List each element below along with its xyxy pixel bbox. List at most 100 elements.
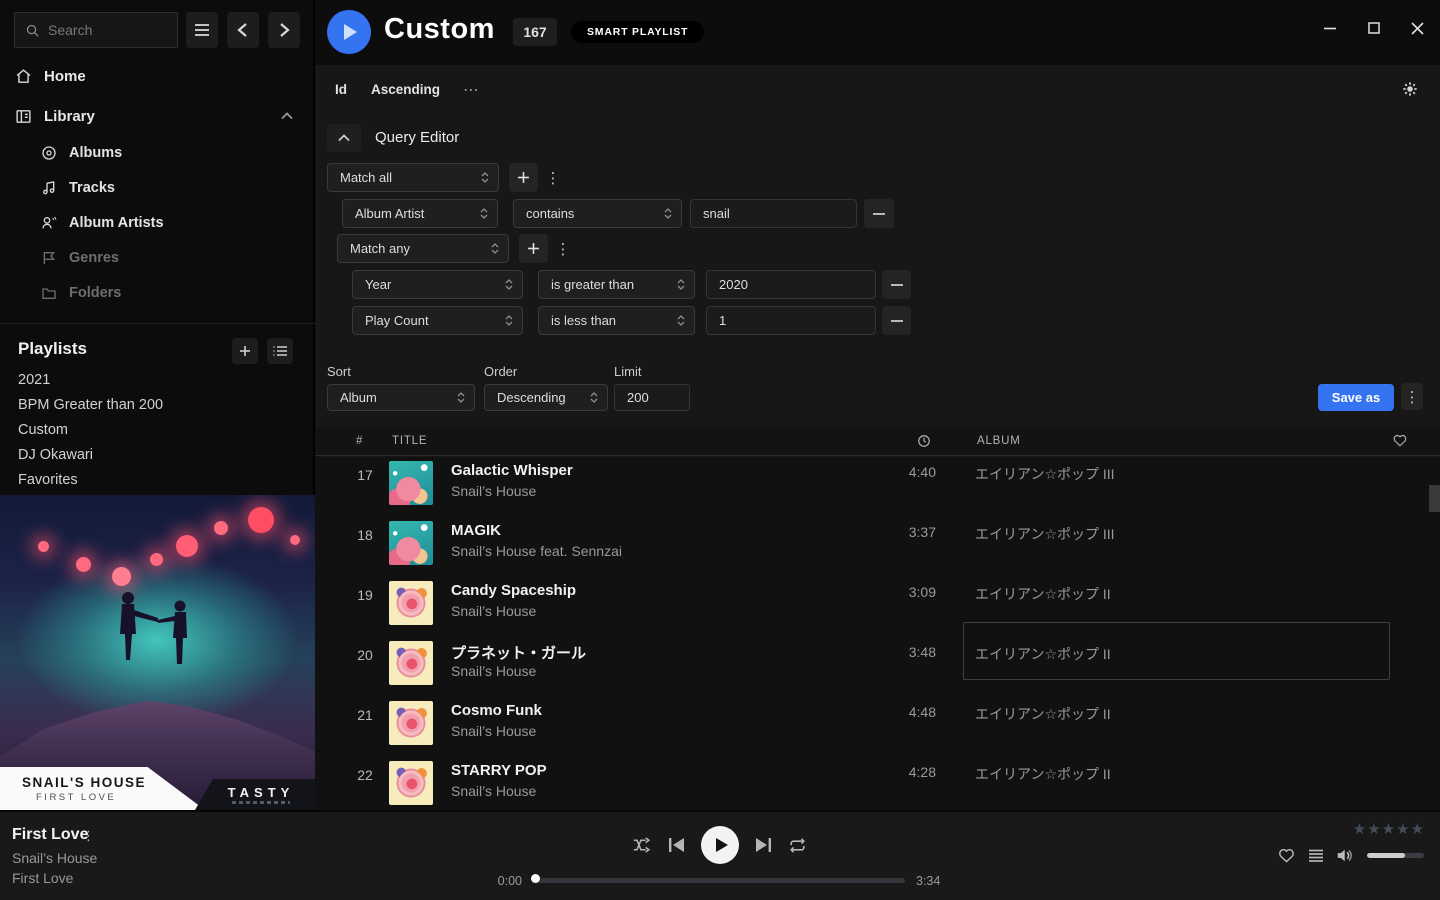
track-album[interactable]: エイリアン☆ポップ III (975, 524, 1115, 544)
gear-icon[interactable] (1402, 81, 1418, 97)
group-menu-button[interactable]: ⋮ (555, 234, 571, 263)
progress-bar[interactable] (535, 878, 905, 883)
add-rule-button[interactable] (509, 163, 538, 192)
order-select[interactable]: Descending (484, 384, 608, 411)
sidebar-item-library[interactable]: Library (0, 103, 315, 129)
heart-icon[interactable] (1393, 434, 1407, 447)
star-icon[interactable]: ★ (1353, 820, 1366, 838)
album-art-thumbnail (389, 461, 433, 505)
table-row[interactable]: 17 Galactic Whisper Snail’s House 4:40 エ… (315, 457, 1440, 513)
favorite-heart-icon[interactable] (1278, 848, 1295, 863)
add-rule-button[interactable] (519, 234, 548, 263)
track-album[interactable]: エイリアン☆ポップ II (975, 644, 1111, 664)
star-icon[interactable]: ★ (1367, 820, 1380, 838)
table-row[interactable]: 20 プラネット・ガール Snail’s House 3:48 エイリアン☆ポッ… (315, 633, 1440, 693)
artwork-figures (96, 590, 216, 680)
remove-rule-button[interactable] (864, 199, 894, 228)
sort-field-button[interactable]: Id (335, 82, 347, 97)
select-arrows-icon (590, 392, 598, 403)
add-playlist-button[interactable] (232, 338, 258, 364)
shuffle-icon[interactable] (633, 837, 652, 853)
lantern-dot (248, 507, 274, 533)
remove-rule-button[interactable] (882, 270, 911, 299)
table-row[interactable]: 21 Cosmo Funk Snail’s House 4:48 エイリアン☆ポ… (315, 693, 1440, 753)
playlist-item[interactable]: BPM Greater than 200 (18, 397, 298, 417)
progress-handle[interactable] (531, 874, 540, 883)
rule-field-select[interactable]: Play Count (352, 306, 523, 335)
rule-value-input[interactable] (706, 306, 876, 335)
clock-icon[interactable] (917, 434, 931, 448)
match-group-select[interactable]: Match any (337, 234, 509, 263)
sort-order-button[interactable]: Ascending (371, 82, 440, 97)
play-pause-button[interactable] (701, 826, 739, 864)
more-options-button[interactable]: ⋯ (463, 80, 480, 100)
column-index[interactable]: # (356, 435, 363, 447)
star-icon[interactable]: ★ (1411, 820, 1424, 838)
volume-icon[interactable] (1337, 848, 1354, 863)
table-row[interactable]: 18 MAGIK Snail’s House feat. Sennzai 3:3… (315, 513, 1440, 573)
next-track-icon[interactable] (756, 838, 771, 852)
maximize-button[interactable] (1359, 14, 1389, 42)
minimize-button[interactable] (1315, 14, 1345, 42)
sort-select[interactable]: Album (327, 384, 475, 411)
elapsed-time: 0:00 (488, 874, 522, 888)
playlist-item[interactable]: DJ Okawari (18, 447, 298, 467)
volume-slider[interactable] (1367, 853, 1424, 858)
playlist-item[interactable]: 2021 (18, 372, 298, 392)
playlist-item[interactable]: Favorites (18, 472, 298, 492)
queue-icon[interactable] (1308, 849, 1324, 863)
sidebar-item-album-artists[interactable]: Album Artists (0, 211, 315, 235)
rule-operator-select[interactable]: contains (513, 199, 682, 228)
rule-field-select[interactable]: Year (352, 270, 523, 299)
column-album[interactable]: ALBUM (977, 435, 1021, 447)
repeat-icon[interactable] (788, 838, 807, 853)
query-editor-collapse-button[interactable] (327, 124, 361, 152)
close-button[interactable] (1402, 14, 1432, 42)
playlist-list-button[interactable] (267, 338, 293, 364)
now-playing-menu-button[interactable]: ⋮ (82, 828, 95, 844)
playlist-item[interactable]: Custom (18, 422, 298, 442)
track-album[interactable]: エイリアン☆ポップ II (975, 584, 1111, 604)
star-icon[interactable]: ★ (1382, 820, 1395, 838)
player-right-icons (1278, 848, 1424, 863)
save-menu-button[interactable]: ⋮ (1401, 383, 1423, 410)
nav-forward-button[interactable] (268, 12, 300, 48)
artist-icon (41, 215, 57, 231)
search-input[interactable] (48, 22, 167, 38)
limit-input[interactable] (614, 384, 690, 411)
scrollbar-thumb[interactable] (1429, 485, 1440, 512)
remove-rule-button[interactable] (882, 306, 911, 335)
track-number: 19 (345, 587, 385, 603)
match-group-select[interactable]: Match all (327, 163, 499, 192)
track-artist: Snail’s House (451, 483, 536, 499)
previous-track-icon[interactable] (669, 838, 684, 852)
rule-field-select[interactable]: Album Artist (342, 199, 498, 228)
rule-operator-select[interactable]: is less than (538, 306, 695, 335)
rule-value-input[interactable] (690, 199, 857, 228)
track-album[interactable]: エイリアン☆ポップ III (975, 464, 1115, 484)
sidebar-item-folders[interactable]: Folders (0, 281, 315, 305)
select-value: Album Artist (355, 206, 424, 221)
rule-value-input[interactable] (706, 270, 876, 299)
sidebar-item-albums[interactable]: Albums (0, 141, 315, 165)
sidebar-item-genres[interactable]: Genres (0, 246, 315, 270)
star-icon[interactable]: ★ (1396, 820, 1409, 838)
volume-fill (1367, 853, 1405, 858)
column-title[interactable]: TITLE (392, 435, 427, 447)
play-playlist-button[interactable] (327, 10, 371, 54)
search-box[interactable] (14, 12, 178, 48)
track-duration: 3:48 (890, 644, 936, 660)
save-as-button[interactable]: Save as (1318, 384, 1394, 411)
menu-button[interactable] (186, 12, 218, 48)
sidebar-item-home[interactable]: Home (0, 63, 315, 89)
nav-back-button[interactable] (227, 12, 259, 48)
sidebar-item-tracks[interactable]: Tracks (0, 176, 315, 200)
track-album[interactable]: エイリアン☆ポップ II (975, 704, 1111, 724)
table-row[interactable]: 22 STARRY POP Snail’s House 4:28 エイリアン☆ポ… (315, 753, 1440, 810)
now-playing-artwork[interactable]: SNAIL'S HOUSE FIRST LOVE TASTY (0, 495, 315, 810)
track-album[interactable]: エイリアン☆ポップ II (975, 764, 1111, 784)
group-menu-button[interactable]: ⋮ (545, 163, 561, 192)
select-arrows-icon (480, 208, 488, 219)
rule-operator-select[interactable]: is greater than (538, 270, 695, 299)
chevron-up-icon[interactable] (281, 112, 293, 120)
